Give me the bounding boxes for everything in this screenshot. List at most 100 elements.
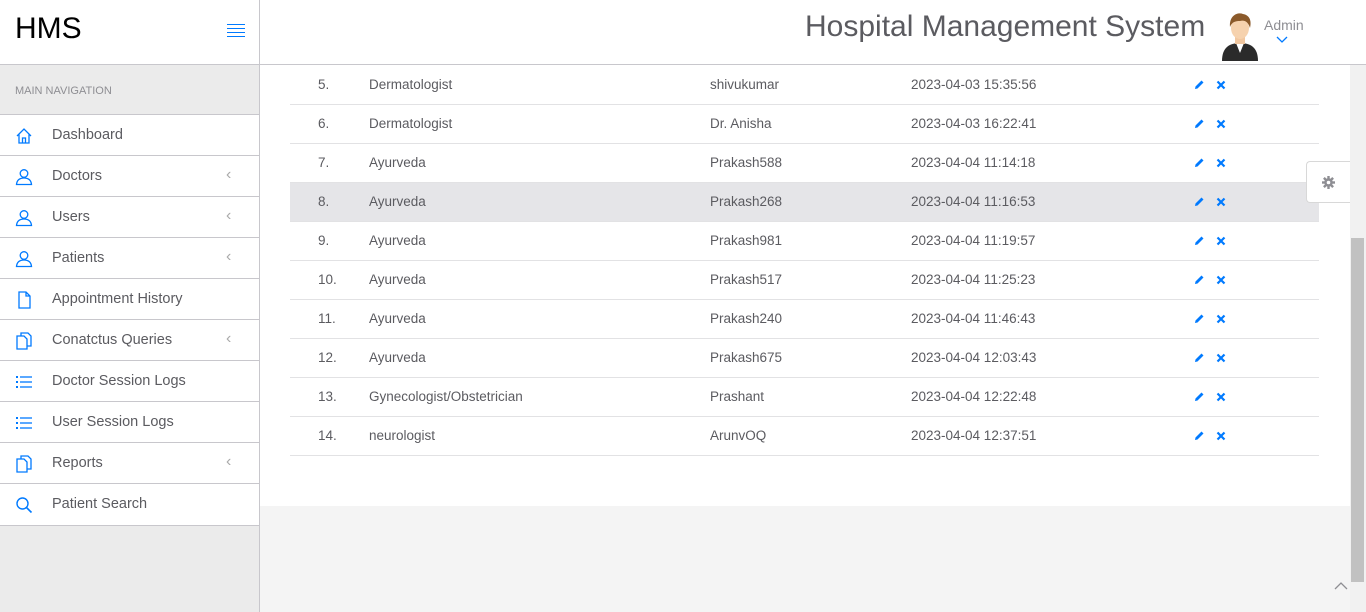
- actions-cell: [1193, 377, 1319, 416]
- delete-icon[interactable]: [1215, 79, 1227, 91]
- row-number: 12.: [318, 350, 337, 365]
- sidebar-item-doctor-session-logs[interactable]: Doctor Session Logs: [0, 361, 259, 402]
- actions-cell: [1193, 65, 1319, 104]
- doctor-name-cell: Prakash268: [710, 194, 783, 209]
- files-icon: [16, 455, 32, 473]
- date-cell: 2023-04-04 11:14:18: [911, 155, 1036, 170]
- date-cell: 2023-04-04 11:25:23: [911, 272, 1036, 287]
- table-row: 11. Ayurveda Prakash240 2023-04-04 11:46:43: [290, 299, 1319, 338]
- sidebar-item-conatctus-queries[interactable]: Conatctus Queries ‹: [0, 320, 259, 361]
- edit-icon[interactable]: [1193, 274, 1205, 286]
- sidebar-item-dashboard[interactable]: Dashboard: [0, 115, 259, 156]
- sidebar-item-label: Doctor Session Logs: [52, 373, 186, 389]
- doctor-name-cell: Dr. Anisha: [710, 116, 772, 131]
- delete-icon[interactable]: [1215, 391, 1227, 403]
- row-number: 11.: [318, 311, 336, 326]
- row-number: 6.: [318, 116, 330, 131]
- avatar[interactable]: [1218, 9, 1262, 61]
- sidebar-item-label: Patient Search: [52, 496, 148, 512]
- specialization-cell: Ayurveda: [369, 194, 426, 209]
- actions-cell: [1193, 338, 1319, 377]
- doctor-name-cell: Prakash675: [710, 350, 783, 365]
- table-row: 12. Ayurveda Prakash675 2023-04-04 12:03:43: [290, 338, 1319, 377]
- table-row: 5. Dermatologist shivukumar 2023-04-03 15:3…: [290, 65, 1319, 104]
- files-icon: [16, 332, 32, 350]
- sidebar-item-users[interactable]: Users ‹: [0, 197, 259, 238]
- delete-icon[interactable]: [1215, 274, 1227, 286]
- scrollbar-thumb[interactable]: [1351, 238, 1364, 582]
- chevron-left-icon: ‹: [226, 248, 232, 265]
- top-bar: Hospital Management System Admin: [260, 0, 1366, 65]
- search-icon: [16, 497, 33, 514]
- sidebar-item-label: User Session Logs: [52, 414, 174, 430]
- specialization-cell: Dermatologist: [369, 116, 453, 131]
- edit-icon[interactable]: [1193, 313, 1205, 325]
- app-window: HMS MAIN NAVIGATION Dashboard Doctors ‹ Use…: [0, 0, 1366, 612]
- actions-cell: [1193, 299, 1319, 338]
- doctor-name-cell: Prakash981: [710, 233, 783, 248]
- delete-icon[interactable]: [1215, 430, 1227, 442]
- back-to-top-icon[interactable]: [1333, 578, 1349, 592]
- table-row: 13. Gynecologist/Obstetrician Prashant 2023…: [290, 377, 1319, 416]
- row-number: 14.: [318, 428, 337, 443]
- date-cell: 2023-04-04 11:16:53: [911, 194, 1036, 209]
- edit-icon[interactable]: [1193, 196, 1205, 208]
- edit-icon[interactable]: [1193, 352, 1205, 364]
- sidebar-item-label: Reports: [52, 455, 103, 471]
- edit-icon[interactable]: [1193, 118, 1205, 130]
- gear-icon: [1322, 176, 1335, 189]
- specialization-cell: Dermatologist: [369, 76, 453, 92]
- date-cell: 2023-04-03 15:35:56: [911, 76, 1037, 92]
- vertical-scrollbar[interactable]: [1350, 65, 1366, 612]
- delete-icon[interactable]: [1215, 196, 1227, 208]
- sidebar-item-doctors[interactable]: Doctors ‹: [0, 156, 259, 197]
- user-menu-name[interactable]: Admin: [1264, 17, 1304, 33]
- actions-cell: [1193, 104, 1319, 143]
- row-number: 5.: [318, 76, 330, 92]
- delete-icon[interactable]: [1215, 313, 1227, 325]
- specialization-cell: Gynecologist/Obstetrician: [369, 389, 523, 404]
- actions-cell: [1193, 221, 1319, 260]
- delete-icon[interactable]: [1215, 235, 1227, 247]
- specialization-cell: Ayurveda: [369, 272, 426, 287]
- table-row: 6. Dermatologist Dr. Anisha 2023-04-03 16:2…: [290, 104, 1319, 143]
- doctor-name-cell: Prashant: [710, 389, 765, 404]
- row-number: 10.: [318, 272, 337, 287]
- edit-icon[interactable]: [1193, 79, 1205, 91]
- file-icon: [18, 291, 31, 309]
- chevron-down-icon[interactable]: [1276, 33, 1288, 45]
- chevron-left-icon: ‹: [226, 330, 232, 347]
- doctor-session-table: 5. Dermatologist shivukumar 2023-04-03 15:3…: [290, 65, 1319, 456]
- actions-cell: [1193, 416, 1319, 455]
- settings-button[interactable]: [1306, 161, 1350, 203]
- edit-icon[interactable]: [1193, 430, 1205, 442]
- page-title: Hospital Management System: [805, 10, 1206, 43]
- doctor-name-cell: Prakash517: [710, 272, 783, 287]
- date-cell: 2023-04-04 11:19:57: [911, 233, 1036, 248]
- sidebar-item-patients[interactable]: Patients ‹: [0, 238, 259, 279]
- doctor-name-cell: Prakash588: [710, 155, 783, 170]
- sidebar-item-label: Dashboard: [52, 127, 123, 143]
- menu-toggle-icon[interactable]: [227, 24, 245, 38]
- specialization-cell: Ayurveda: [369, 233, 426, 248]
- delete-icon[interactable]: [1215, 157, 1227, 169]
- sidebar-item-user-session-logs[interactable]: User Session Logs: [0, 402, 259, 443]
- sidebar-item-appointment-history[interactable]: Appointment History: [0, 279, 259, 320]
- edit-icon[interactable]: [1193, 157, 1205, 169]
- delete-icon[interactable]: [1215, 352, 1227, 364]
- table-row: 14. neurologist ArunvOQ 2023-04-04 12:37:51: [290, 416, 1319, 455]
- edit-icon[interactable]: [1193, 235, 1205, 247]
- list-icon: [16, 376, 32, 388]
- doctor-name-cell: ArunvOQ: [710, 428, 767, 443]
- edit-icon[interactable]: [1193, 391, 1205, 403]
- sidebar-item-reports[interactable]: Reports ‹: [0, 443, 259, 484]
- main-content: 5. Dermatologist shivukumar 2023-04-03 15:3…: [260, 65, 1350, 506]
- specialization-cell: Ayurveda: [369, 311, 426, 326]
- delete-icon[interactable]: [1215, 118, 1227, 130]
- brand-logo[interactable]: HMS: [15, 12, 82, 46]
- user-icon: [15, 210, 33, 227]
- sidebar: HMS MAIN NAVIGATION Dashboard Doctors ‹ Use…: [0, 0, 260, 612]
- sidebar-item-patient-search[interactable]: Patient Search: [0, 484, 259, 525]
- table-row: 7. Ayurveda Prakash588 2023-04-04 11:14:18: [290, 143, 1319, 182]
- sidebar-item-label: Doctors: [52, 168, 102, 184]
